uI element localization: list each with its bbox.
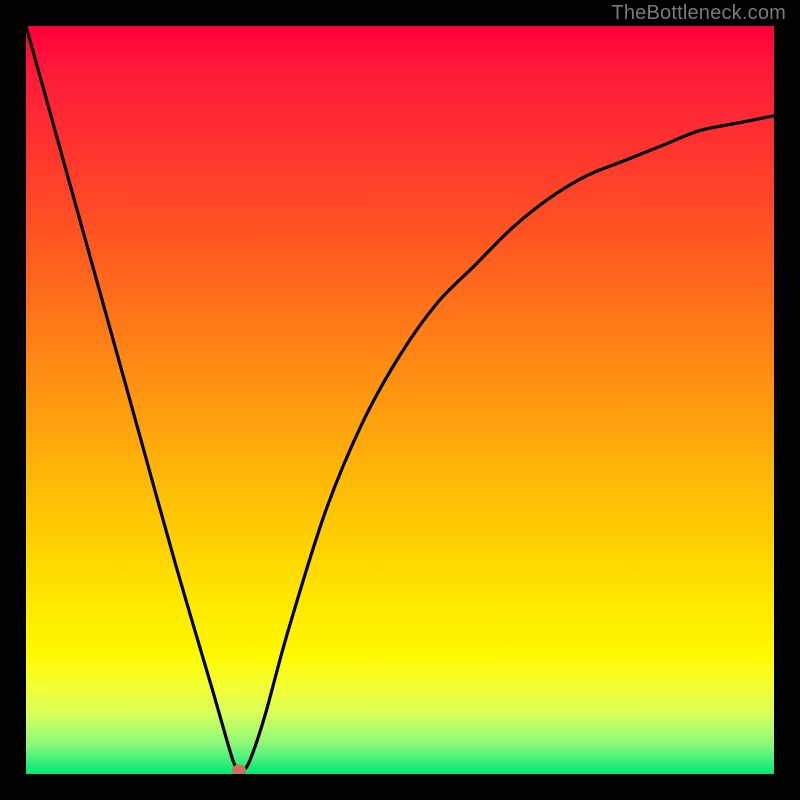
chart-frame: TheBottleneck.com [0, 0, 800, 800]
bottleneck-curve [26, 26, 774, 774]
watermark-text: TheBottleneck.com [611, 2, 786, 25]
optimal-point-marker [232, 765, 246, 774]
plot-area [26, 26, 774, 774]
